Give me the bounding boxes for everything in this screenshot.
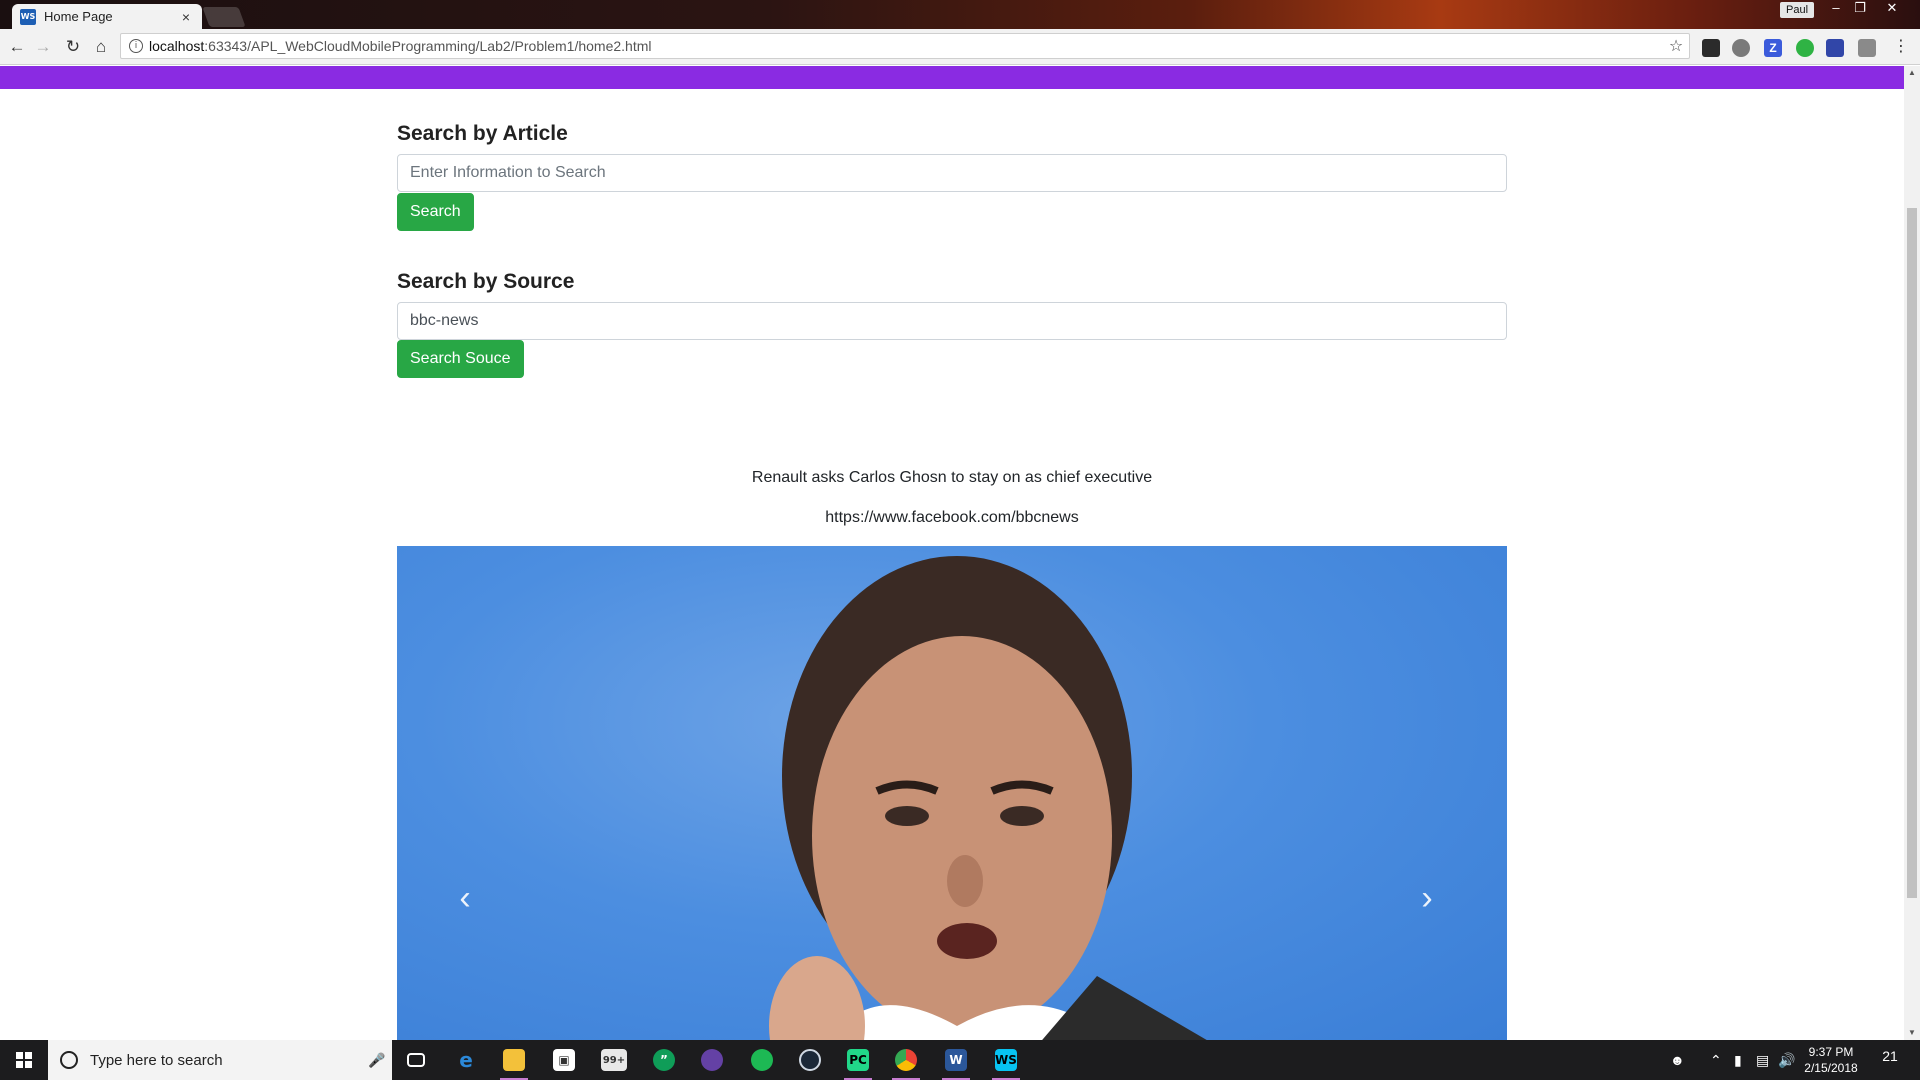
file-explorer-icon[interactable] [496, 1046, 532, 1080]
system-clock[interactable]: 9:37 PM 2/15/2018 [1794, 1044, 1868, 1076]
volume-icon[interactable]: 🔊 [1778, 1040, 1795, 1080]
task-view-icon[interactable] [398, 1046, 434, 1074]
extension-grey-icon[interactable] [1858, 39, 1876, 57]
address-bar[interactable]: i localhost:63343/APL_WebCloudMobileProg… [120, 33, 1690, 59]
clock-time: 9:37 PM [1808, 1045, 1854, 1059]
network-icon[interactable]: ▤ [1756, 1040, 1769, 1080]
minimize-button[interactable]: – [1824, 0, 1848, 18]
browser-toolbar: ← → ↻ ⌂ i localhost:63343/APL_WebCloudMo… [0, 29, 1920, 65]
site-info-icon[interactable]: i [129, 39, 143, 53]
profile-button[interactable]: Paul [1780, 2, 1815, 18]
start-button[interactable] [0, 1040, 48, 1080]
webstorm-icon[interactable]: WS [988, 1046, 1024, 1080]
windows-logo-icon [16, 1052, 32, 1068]
hangouts-icon[interactable]: ” [646, 1046, 682, 1074]
forward-icon[interactable]: → [32, 37, 54, 59]
page-viewport: Search by Article Search Search by Sourc… [0, 66, 1920, 1040]
url-host: localhost [149, 38, 205, 54]
scroll-down-icon[interactable]: ▼ [1904, 1026, 1920, 1040]
reload-icon[interactable]: ↻ [62, 37, 84, 59]
webstorm-favicon-icon: WS [20, 8, 36, 25]
tab-close-icon[interactable]: × [178, 9, 194, 25]
microphone-icon[interactable]: 🎤 [362, 1052, 392, 1069]
source-search-input[interactable] [397, 302, 1507, 340]
extension-z-icon[interactable]: Z [1764, 39, 1782, 57]
article-search-title: Search by Article [397, 122, 568, 145]
taskbar-search[interactable]: Type here to search 🎤 [48, 1040, 392, 1080]
scroll-up-icon[interactable]: ▲ [1904, 66, 1920, 80]
page-scrollbar[interactable]: ▲ ▼ [1904, 66, 1920, 1040]
url-path: :63343/APL_WebCloudMobileProgramming/Lab… [204, 38, 652, 54]
scrollbar-thumb[interactable] [1907, 208, 1917, 898]
carousel-next-icon[interactable]: › [1407, 880, 1447, 920]
mail-icon[interactable]: 99+ [596, 1046, 632, 1074]
portrait-illustration [769, 556, 1207, 1040]
people-icon[interactable]: ☻ [1670, 1040, 1685, 1080]
article-search-button[interactable]: Search [397, 193, 474, 231]
navbar-strip [0, 66, 1904, 89]
article-headline: Renault asks Carlos Ghosn to stay on as … [751, 469, 1153, 486]
tray-expand-icon[interactable]: ⌃ [1710, 1040, 1722, 1080]
window-titlebar: WS Home Page × Paul – ❐ ✕ [0, 0, 1920, 29]
store-icon[interactable]: ▣ [546, 1046, 582, 1074]
restore-button[interactable]: ❐ [1848, 0, 1872, 18]
battery-icon[interactable]: ▮ [1734, 1040, 1742, 1080]
clock-date: 2/15/2018 [1804, 1061, 1858, 1075]
word-icon[interactable]: W [938, 1046, 974, 1080]
article-carousel: ‹ › [397, 546, 1507, 1040]
extension-gear-icon[interactable] [1732, 39, 1750, 57]
edge-icon[interactable]: e [448, 1046, 484, 1074]
close-window-button[interactable]: ✕ [1880, 0, 1904, 18]
source-search-button[interactable]: Search Souce [397, 340, 524, 378]
extension-green-icon[interactable] [1796, 39, 1814, 57]
tab-title: Home Page [44, 9, 113, 24]
article-link[interactable]: https://www.facebook.com/bbcnews [397, 509, 1507, 527]
home-icon[interactable]: ⌂ [90, 37, 112, 59]
extension-dark-icon[interactable] [1702, 39, 1720, 57]
extension-blue-icon[interactable] [1826, 39, 1844, 57]
back-icon[interactable]: ← [6, 37, 28, 59]
browser-tab[interactable]: WS Home Page × [12, 4, 202, 29]
article-search-input[interactable] [397, 154, 1507, 192]
windows-taskbar: Type here to search 🎤 e ▣ 99+ ” PC W WS … [0, 1040, 1920, 1080]
source-search-title: Search by Source [397, 270, 575, 293]
taskbar-search-placeholder: Type here to search [90, 1051, 223, 1069]
twitch-icon[interactable] [694, 1046, 730, 1074]
steam-icon[interactable] [792, 1046, 828, 1074]
action-center-icon[interactable]: 21 [1878, 1048, 1902, 1072]
article-image [397, 546, 1507, 1040]
pycharm-icon[interactable]: PC [840, 1046, 876, 1080]
new-tab-button[interactable] [202, 7, 246, 27]
browser-menu-icon[interactable]: ⋮ [1890, 37, 1912, 59]
spotify-icon[interactable] [744, 1046, 780, 1074]
notification-count: 21 [1882, 1048, 1898, 1064]
chrome-icon[interactable] [888, 1046, 924, 1080]
cortana-icon [60, 1051, 78, 1069]
bookmark-star-icon[interactable]: ☆ [1663, 36, 1689, 56]
carousel-prev-icon[interactable]: ‹ [445, 880, 485, 920]
mail-badge: 99+ [601, 1049, 627, 1071]
url-text[interactable]: localhost:63343/APL_WebCloudMobileProgra… [149, 38, 1663, 54]
